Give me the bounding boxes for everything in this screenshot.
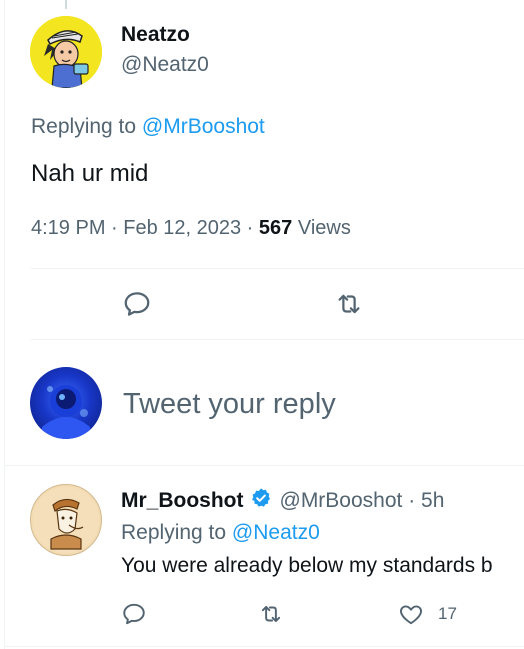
reply-replying-to-handle-link[interactable]: @Neatz0 (232, 521, 320, 544)
neatzo-avatar-art (30, 16, 102, 88)
mrbooshot-avatar[interactable] (30, 484, 102, 556)
views-label: Views (292, 217, 351, 239)
current-user-avatar-art (42, 385, 90, 439)
reply-reply-button[interactable] (121, 601, 147, 627)
current-user-avatar[interactable] (30, 367, 102, 439)
reply-replying-to-line: Replying to @Neatz0 (121, 521, 320, 545)
views-count: 567 (258, 217, 293, 239)
reply-tweet-text: You were already below my standards b (121, 554, 493, 577)
divider-compose (4, 465, 524, 466)
thread-connector-line (65, 0, 67, 9)
reply-author-handle-time[interactable]: @MrBooshot · 5h (280, 489, 445, 513)
replying-to-line: Replying to @MrBooshot (31, 115, 265, 139)
tweet-reply-input[interactable] (123, 388, 503, 421)
retweet-icon (261, 605, 281, 623)
reply-button[interactable] (122, 289, 152, 319)
author-handle[interactable]: @Neatz0 (121, 53, 209, 77)
reply-author-display-name[interactable]: Mr_Booshot (121, 489, 244, 513)
reply-like-button[interactable]: 17 (398, 601, 457, 627)
reply-retweet-button[interactable] (257, 601, 285, 627)
mrbooshot-avatar-art (33, 487, 99, 553)
reply-icon (123, 603, 145, 625)
like-count: 17 (438, 604, 457, 623)
heart-icon (400, 605, 422, 625)
replying-to-prefix: Replying to (31, 115, 137, 138)
divider-top-actions (31, 268, 524, 269)
tweet-meta: 4:19 PM · Feb 12, 2023 · 567 Views (31, 217, 351, 240)
reply-author-row: Mr_Booshot @MrBooshot · 5h (121, 487, 444, 515)
verified-badge-icon (250, 487, 272, 515)
timeline-left-border (4, 0, 5, 649)
replying-to-handle-link[interactable]: @MrBooshot (142, 115, 265, 138)
tweet-text: Nah ur mid (31, 160, 149, 187)
reply-icon (124, 292, 150, 316)
retweet-icon (338, 294, 360, 314)
tweet-thread-view: Neatzo @Neatz0 Replying to @MrBooshot Na… (0, 0, 524, 649)
retweet-button[interactable] (333, 289, 365, 319)
author-display-name[interactable]: Neatzo (121, 23, 190, 47)
neatzo-avatar[interactable] (30, 16, 102, 88)
tweet-timestamp[interactable]: 4:19 PM · Feb 12, 2023 · (31, 217, 259, 239)
reply-replying-to-prefix: Replying to (121, 521, 227, 544)
divider-bottom-actions (31, 339, 524, 340)
bottom-border (4, 646, 524, 647)
